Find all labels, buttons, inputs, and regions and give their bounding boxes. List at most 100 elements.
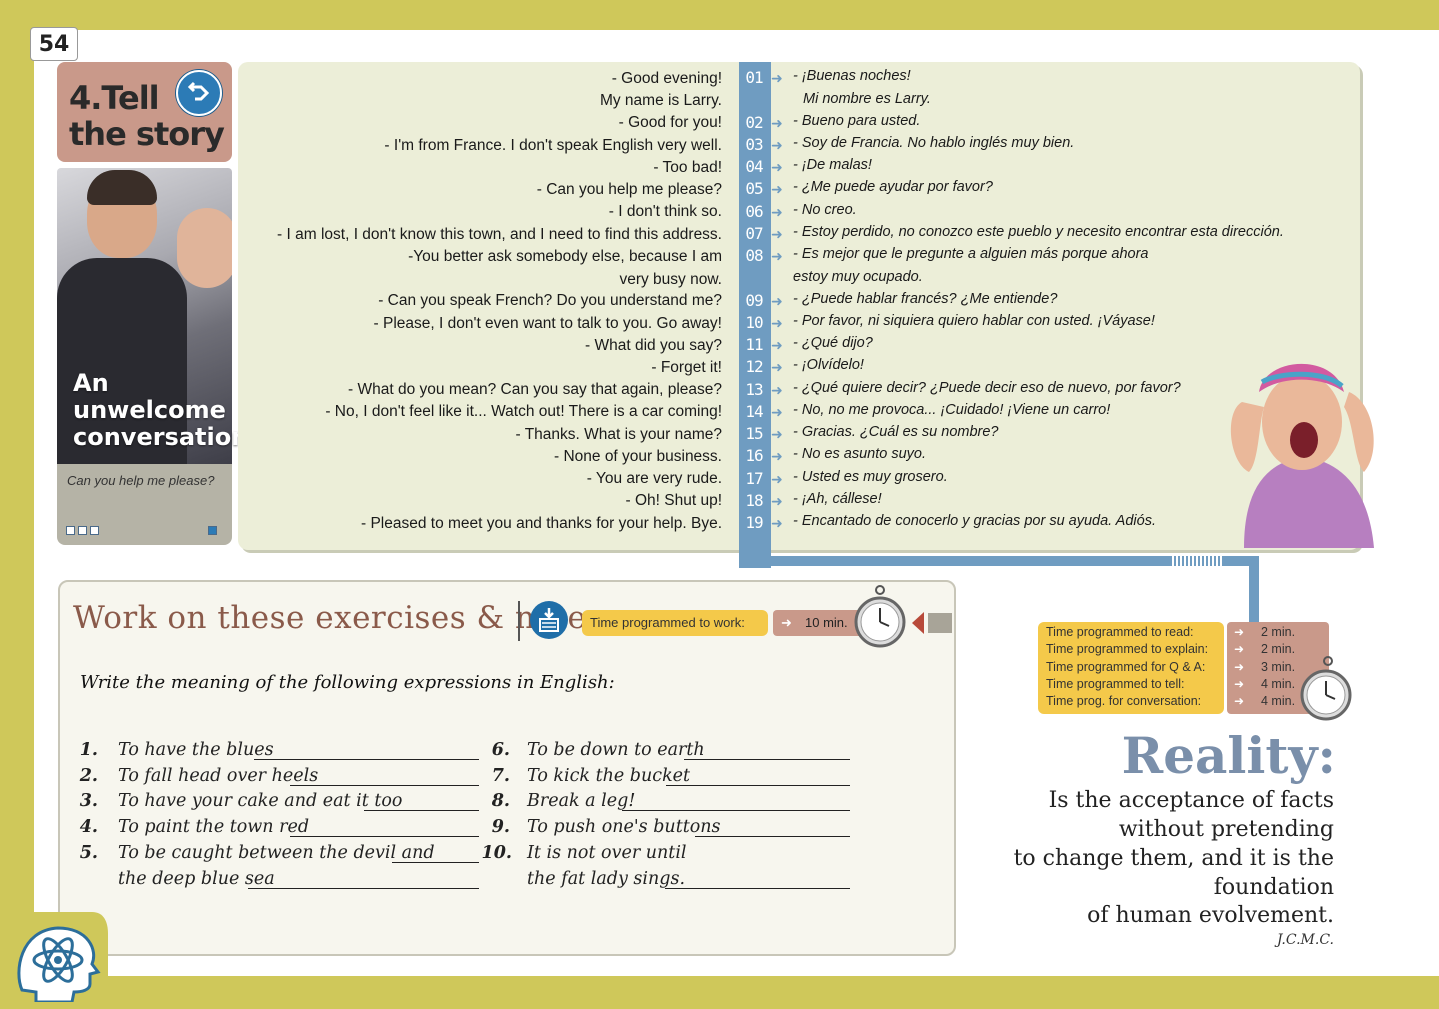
answer-line[interactable]: [248, 888, 479, 889]
arrow-right-icon: ➜: [771, 515, 783, 531]
arrow-right-icon: ➜: [771, 204, 783, 220]
english-line: My name is Larry.: [599, 92, 722, 109]
quote-author: J.C.M.C.: [1276, 932, 1334, 948]
english-line: - Good evening!: [611, 70, 722, 87]
download-notes-icon[interactable]: [530, 601, 568, 639]
answer-line[interactable]: [254, 759, 479, 760]
arrow-right-icon: ➜: [771, 137, 783, 153]
spanish-line: - ¿Qué dijo?: [793, 335, 873, 351]
arrow-right-icon: ➜: [771, 337, 783, 353]
time-programmed-value: 2 min.: [1261, 625, 1296, 639]
arrow-right-icon: ➜: [771, 293, 783, 309]
quote-line: without pretending: [1118, 817, 1334, 842]
answer-line[interactable]: [392, 862, 479, 863]
connector-ticks: [1172, 556, 1222, 566]
stopwatch-icon: [854, 585, 906, 648]
exercise-instruction: Write the meaning of the following expre…: [80, 672, 615, 693]
exercise-expression: To be caught between the devil and: [118, 843, 435, 863]
spanish-line: - Encantado de conocerlo y gracias por s…: [793, 513, 1156, 529]
atom-head-logo-icon: [12, 912, 108, 1002]
exercise-number: 6.: [491, 740, 510, 760]
english-line: - Oh! Shut up!: [625, 492, 723, 509]
nav-square-active-icon[interactable]: [208, 526, 217, 535]
time-programmed-value: 4 min.: [1261, 694, 1296, 709]
spanish-line: - Soy de Francia. No hablo inglés muy bi…: [793, 135, 1075, 151]
line-number: 03: [745, 135, 763, 154]
nav-square-icon[interactable]: [66, 526, 75, 535]
exercise-number: 3.: [79, 791, 98, 811]
spanish-line: Mi nombre es Larry.: [803, 91, 931, 107]
line-number: 09: [745, 291, 763, 310]
marker-arrow-icon: [912, 612, 952, 634]
arrow-right-icon: ➜: [771, 448, 783, 464]
english-line: - What do you mean? Can you say that aga…: [348, 381, 722, 398]
nav-square-icon[interactable]: [90, 526, 99, 535]
time-programmed-label: Time programmed for Q & A:: [1046, 659, 1206, 674]
arrow-right-icon: ➜: [1234, 625, 1245, 639]
exercise-expression: Break a leg!: [527, 791, 636, 811]
spanish-line: - ¿Puede hablar francés? ¿Me entiende?: [793, 291, 1058, 307]
exercise-expression: To fall head over heels: [118, 766, 319, 786]
answer-line[interactable]: [290, 785, 479, 786]
english-line: - No, I don't feel like it... Watch out!…: [325, 403, 722, 420]
exercise-expression: To kick the bucket: [527, 766, 691, 786]
exercise-expression: To paint the town red: [118, 817, 310, 837]
spanish-line: - ¡Olvídelo!: [793, 357, 864, 373]
exercise-number: 1.: [79, 740, 98, 760]
line-number: 17: [745, 469, 763, 488]
arrow-right-icon: ➜: [1234, 642, 1245, 657]
line-number: 01: [745, 68, 763, 87]
exercise-title: Work on these exercises & notes: [73, 600, 603, 636]
arrow-right-icon: ➜: [1234, 694, 1245, 709]
time-programmed-label: Time prog. for conversation:: [1046, 694, 1202, 709]
arrow-right-icon: ➜: [771, 471, 783, 487]
answer-line[interactable]: [665, 888, 850, 889]
quote-line: foundation: [1213, 875, 1334, 900]
line-number: 16: [745, 446, 763, 465]
answer-line[interactable]: [290, 836, 479, 837]
exercise-expression: To be down to earth: [527, 740, 705, 760]
photo-woman-hand: [177, 208, 232, 288]
exercise-number: 7.: [491, 766, 510, 786]
arrow-right-icon: ➜: [771, 404, 783, 420]
stopwatch-icon: [1300, 656, 1352, 721]
line-number: 11: [745, 335, 763, 354]
line-number: 05: [745, 179, 763, 198]
arrow-right-icon: ➜: [771, 115, 783, 131]
exercise-number: 5.: [79, 843, 98, 863]
line-number: 15: [745, 424, 763, 443]
answer-line[interactable]: [622, 810, 850, 811]
line-number: 06: [745, 202, 763, 221]
english-line: - Good for you!: [618, 114, 722, 131]
exercise-number: 2.: [79, 766, 98, 786]
line-number: 14: [745, 402, 763, 421]
exercise-expression: It is not over until: [527, 843, 687, 863]
spanish-line: - Usted es muy grosero.: [793, 469, 948, 485]
title-separator: [518, 601, 520, 641]
spanish-line: - ¡Ah, cállese!: [793, 491, 882, 507]
spanish-line: - No, no me provoca... ¡Cuidado! ¡Viene …: [793, 402, 1111, 418]
english-line: - I am lost, I don't know this town, and…: [277, 226, 722, 243]
answer-line[interactable]: [364, 810, 479, 811]
line-number: 18: [745, 491, 763, 510]
time-programmed-value: 2 min.: [1261, 642, 1296, 657]
reload-arrow-icon: [176, 70, 222, 116]
time-programmed-value: 4 min.: [1261, 676, 1296, 691]
english-line: - I'm from France. I don't speak English…: [384, 137, 722, 154]
english-line: - Too bad!: [653, 159, 722, 176]
arrow-right-icon: ➜: [771, 382, 783, 398]
answer-line[interactable]: [666, 785, 850, 786]
answer-line[interactable]: [684, 759, 850, 760]
spanish-line: - Estoy perdido, no conozco este pueblo …: [793, 224, 1284, 240]
answer-line[interactable]: [695, 836, 850, 837]
english-line: - Forget it!: [651, 359, 722, 376]
nav-square-icon[interactable]: [78, 526, 87, 535]
exercise-number: 9.: [491, 817, 510, 837]
english-line: - Pleased to meet you and thanks for you…: [360, 515, 722, 532]
line-number: 19: [745, 513, 763, 532]
english-line: - What did you say?: [585, 337, 722, 354]
spanish-line: - Por favor, ni siquiera quiero hablar c…: [793, 313, 1155, 329]
time-programmed-value: 3 min.: [1261, 659, 1296, 674]
arrow-right-icon: ➜: [771, 359, 783, 375]
english-line: - Thanks. What is your name?: [515, 426, 722, 443]
